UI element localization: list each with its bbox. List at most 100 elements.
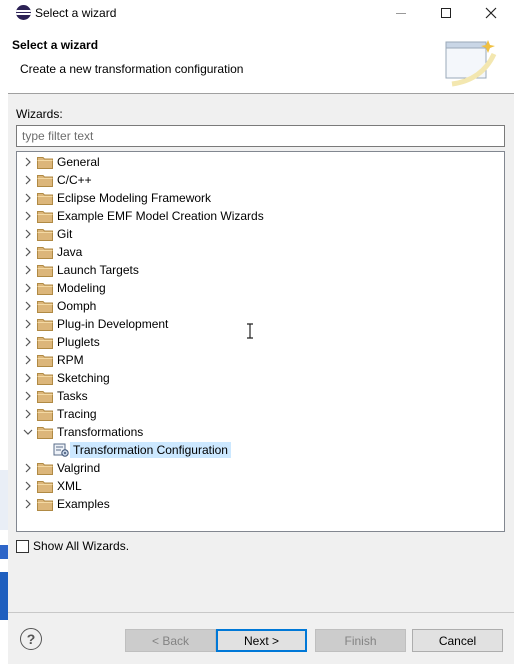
chevron-right-icon[interactable] [22, 228, 34, 240]
tree-item-launch-targets[interactable]: Launch Targets [17, 261, 504, 279]
show-all-wizards-checkbox[interactable] [16, 539, 29, 553]
folder-icon [37, 497, 53, 511]
tree-item-label: Oomph [57, 299, 97, 313]
tree-item-label: Tasks [57, 389, 88, 403]
tree-item-tasks[interactable]: Tasks [17, 387, 504, 405]
tree-item-tracing[interactable]: Tracing [17, 405, 504, 423]
chevron-right-icon[interactable] [22, 192, 34, 204]
finish-button[interactable]: Finish [315, 629, 406, 652]
tree-item-label: Sketching [57, 371, 110, 385]
eclipse-app-icon [16, 5, 31, 20]
header-description: Create a new transformation configuratio… [20, 62, 244, 76]
folder-icon [37, 299, 53, 313]
tree-item-valgrind[interactable]: Valgrind [17, 459, 504, 477]
tree-item-label: Git [57, 227, 73, 241]
tree-item-rpm[interactable]: RPM [17, 351, 504, 369]
folder-icon [37, 353, 53, 367]
folder-icon [37, 173, 53, 187]
next-button[interactable]: Next > [216, 629, 307, 652]
folder-icon [37, 155, 53, 169]
tree-item-label: Plug-in Development [57, 317, 169, 331]
tree-item-general[interactable]: General [17, 153, 504, 171]
tree-item-label: RPM [57, 353, 84, 367]
close-icon [485, 7, 497, 19]
folder-icon [37, 263, 53, 277]
chevron-right-icon[interactable] [22, 462, 34, 474]
folder-icon [37, 371, 53, 385]
chevron-right-icon[interactable] [22, 264, 34, 276]
help-icon[interactable]: ? [20, 628, 42, 650]
folder-icon [37, 479, 53, 493]
chevron-right-icon[interactable] [22, 372, 34, 384]
folder-icon [37, 335, 53, 349]
folder-icon [37, 245, 53, 259]
header-title: Select a wizard [12, 38, 99, 52]
transformation-config-icon [53, 443, 69, 457]
minimize-icon [396, 12, 406, 14]
tree-item-label: Transformation Configuration [70, 442, 231, 458]
chevron-right-icon[interactable] [22, 498, 34, 510]
back-button[interactable]: < Back [125, 629, 216, 652]
tree-item-modeling[interactable]: Modeling [17, 279, 504, 297]
tree-item-label: Valgrind [57, 461, 101, 475]
chevron-right-icon[interactable] [22, 390, 34, 402]
tree-item-oomph[interactable]: Oomph [17, 297, 504, 315]
chevron-down-icon[interactable] [22, 426, 34, 438]
minimize-button[interactable] [378, 0, 424, 26]
chevron-right-icon[interactable] [22, 318, 34, 330]
wizard-header: Select a wizard Create a new transformat… [8, 26, 514, 94]
tree-item-java[interactable]: Java [17, 243, 504, 261]
folder-icon [37, 191, 53, 205]
tree-item-label: Tracing [57, 407, 97, 421]
chevron-right-icon[interactable] [22, 156, 34, 168]
footer-separator [8, 612, 514, 613]
ibeam-cursor-icon [247, 323, 253, 339]
tree-item-xml[interactable]: XML [17, 477, 504, 495]
chevron-right-icon[interactable] [22, 480, 34, 492]
tree-item-example-emf-model-creation-wizards[interactable]: Example EMF Model Creation Wizards [17, 207, 504, 225]
folder-icon [37, 389, 53, 403]
close-button[interactable] [468, 0, 514, 26]
tree-item-transformation-configuration[interactable]: Transformation Configuration [17, 441, 504, 459]
title-bar[interactable]: Select a wizard [8, 0, 514, 26]
chevron-right-icon[interactable] [22, 282, 34, 294]
folder-icon [37, 209, 53, 223]
tree-item-label: Example EMF Model Creation Wizards [57, 209, 264, 223]
folder-icon [37, 317, 53, 331]
tree-item-examples[interactable]: Examples [17, 495, 504, 513]
tree-item-c-c[interactable]: C/C++ [17, 171, 504, 189]
tree-item-label: XML [57, 479, 82, 493]
wizard-tree[interactable]: General C/C++ Eclipse Modeling Framework Ex… [16, 151, 505, 532]
tree-item-label: Launch Targets [57, 263, 139, 277]
wizard-filter-input[interactable] [16, 125, 505, 147]
chevron-right-icon[interactable] [22, 336, 34, 348]
chevron-right-icon[interactable] [22, 174, 34, 186]
tree-item-label: C/C++ [57, 173, 92, 187]
folder-icon [37, 407, 53, 421]
wizards-label: Wizards: [16, 107, 63, 121]
tree-item-label: General [57, 155, 100, 169]
maximize-button[interactable] [423, 0, 469, 26]
tree-item-label: Transformations [57, 425, 144, 439]
wizard-dialog: Select a wizard Select a wizard Create a… [8, 0, 514, 664]
cancel-button[interactable]: Cancel [412, 629, 503, 652]
folder-icon [37, 227, 53, 241]
tree-item-sketching[interactable]: Sketching [17, 369, 504, 387]
background-app-strip [0, 0, 8, 664]
tree-item-eclipse-modeling-framework[interactable]: Eclipse Modeling Framework [17, 189, 504, 207]
folder-icon [37, 281, 53, 295]
chevron-right-icon[interactable] [22, 408, 34, 420]
chevron-right-icon[interactable] [22, 210, 34, 222]
tree-item-plug-in-development[interactable]: Plug-in Development [17, 315, 504, 333]
tree-item-label: Modeling [57, 281, 106, 295]
wizard-banner-icon [445, 40, 497, 87]
tree-item-pluglets[interactable]: Pluglets [17, 333, 504, 351]
chevron-right-icon[interactable] [22, 300, 34, 312]
tree-item-git[interactable]: Git [17, 225, 504, 243]
show-all-wizards-option[interactable]: Show All Wizards. [16, 539, 129, 553]
folder-icon [37, 461, 53, 475]
chevron-right-icon[interactable] [22, 354, 34, 366]
tree-item-label: Eclipse Modeling Framework [57, 191, 212, 205]
chevron-right-icon[interactable] [22, 246, 34, 258]
tree-item-transformations[interactable]: Transformations [17, 423, 504, 441]
